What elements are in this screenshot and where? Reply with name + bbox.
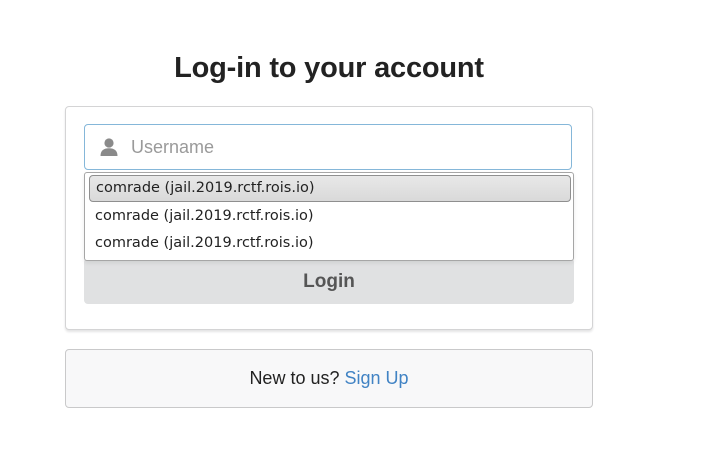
signup-prompt: New to us? [249,368,340,388]
autocomplete-dropdown: comrade (jail.2019.rctf.rois.io) comrade… [84,172,574,261]
signup-link[interactable]: Sign Up [345,368,409,388]
autocomplete-item[interactable]: comrade (jail.2019.rctf.rois.io) [89,203,569,230]
username-field[interactable] [84,124,572,170]
username-input[interactable] [131,125,561,169]
login-page: Log-in to your account Login comrade (ja… [0,0,721,457]
page-title: Log-in to your account [174,52,484,84]
user-icon [99,137,119,157]
autocomplete-item[interactable]: comrade (jail.2019.rctf.rois.io) [89,175,571,202]
login-button[interactable]: Login [84,258,574,304]
signup-message: New to us? Sign Up [65,349,593,408]
autocomplete-item[interactable]: comrade (jail.2019.rctf.rois.io) [89,230,569,257]
